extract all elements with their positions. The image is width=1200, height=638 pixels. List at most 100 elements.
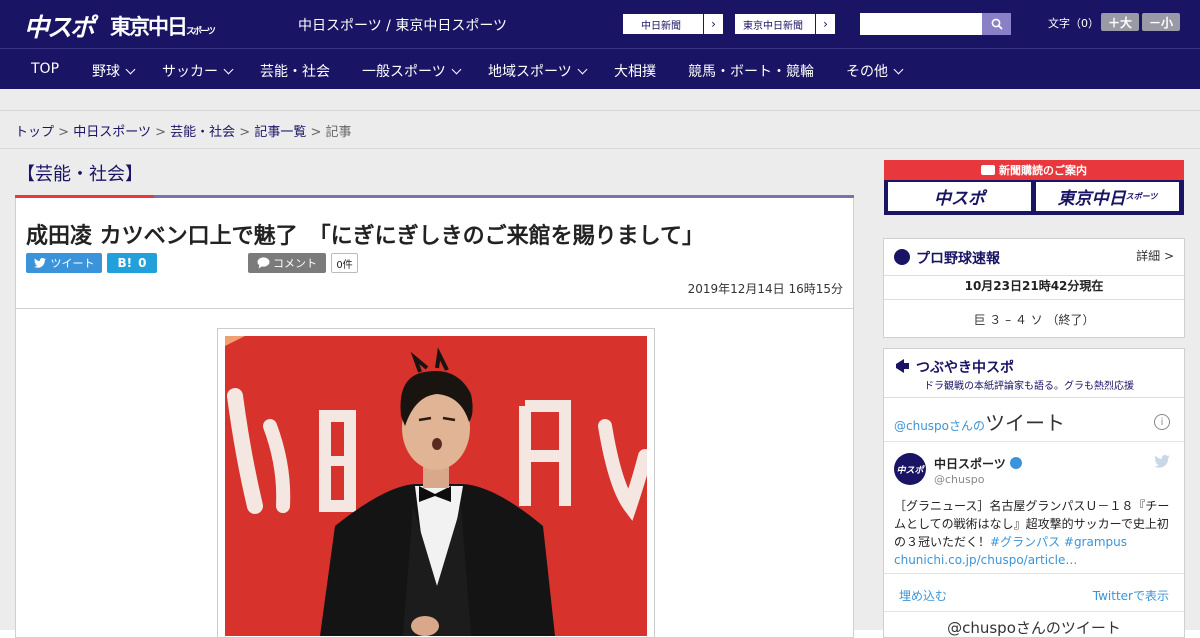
baseball-title: プロ野球速報 <box>916 251 1000 267</box>
timeline-word: ツイート <box>985 411 1066 435</box>
nav-label: 芸能・社会 <box>260 64 330 80</box>
subscription-title-text: 新聞購読のご案内 <box>999 164 1087 177</box>
breadcrumb: トップ > 中日スポーツ > 芸能・社会 > 記事一覧 > 記事 <box>15 121 352 140</box>
subscribe-tokyo-chunichi-button[interactable]: 東京中日 スポーツ <box>1036 182 1179 211</box>
hatena-bookmark-button[interactable]: B! 0 <box>107 253 157 273</box>
tweet-panel-title: つぶやき中スポ <box>916 360 1014 376</box>
comment-button[interactable]: コメント <box>248 253 326 273</box>
breadcrumb-article-list[interactable]: 記事一覧 <box>254 125 306 140</box>
timeline-handle[interactable]: @chuspoさんの <box>894 419 985 433</box>
sub-bar <box>0 89 1200 111</box>
nav-item-sumo[interactable]: 大相撲 <box>614 61 656 81</box>
top-header: 中スポ 東京中日スポーツ 中日スポーツ / 東京中日スポーツ 中日新聞 › 東京… <box>0 0 1200 48</box>
article-photo[interactable] <box>225 336 647 636</box>
panel-divider <box>884 275 1184 276</box>
nav-item-general-sports[interactable]: 一般スポーツ <box>362 61 462 81</box>
chunichi-shimbun-label: 中日新聞 <box>641 20 681 32</box>
chevron-down-icon <box>223 64 234 75</box>
breadcrumb-separator: > <box>58 125 70 140</box>
hatena-icon: B! <box>117 256 133 270</box>
baseball-score-panel: プロ野球速報 詳細 > 10月23日21時42分現在 巨 ３ – ４ ソ （終了… <box>883 238 1185 338</box>
breadcrumb-current: 記事 <box>325 125 352 140</box>
tweet-button[interactable]: ツイート <box>26 253 102 273</box>
breadcrumb-entertainment[interactable]: 芸能・社会 <box>170 125 235 140</box>
chevron-down-icon <box>577 64 588 75</box>
chevron-right-icon: › <box>815 14 835 34</box>
nav-item-soccer[interactable]: サッカー <box>162 61 234 81</box>
comment-count: 0件 <box>331 253 358 273</box>
logo-chuspo[interactable]: 中スポ <box>24 8 95 44</box>
breadcrumb-separator: > <box>239 125 251 140</box>
tweet-link[interactable]: chunichi.co.jp/chuspo/article… <box>894 553 1077 567</box>
breadcrumb-separator: > <box>155 125 166 140</box>
nav-label: その他 <box>846 64 888 80</box>
article-date: 2019年12月14日 16時15分 <box>687 282 843 296</box>
baseball-detail-link[interactable]: 詳細 > <box>1136 247 1174 264</box>
nav-item-top[interactable]: TOP <box>31 61 59 77</box>
search-input[interactable] <box>860 13 983 35</box>
nav-label: 競馬・ボート・競輪 <box>688 64 814 80</box>
chevron-down-icon <box>893 64 904 75</box>
twitter-bird-icon <box>33 258 46 268</box>
chevron-right-icon: › <box>703 14 723 34</box>
hatena-count: 0 <box>138 256 147 270</box>
panel-divider <box>884 441 1184 442</box>
score-timestamp: 10月23日21時42分現在 <box>964 279 1104 293</box>
tweet-hashtags[interactable]: #グランパス #grampus <box>990 535 1127 549</box>
logo-tokyo-text: 東京中日 <box>110 15 188 39</box>
nav-item-baseball[interactable]: 野球 <box>92 61 136 81</box>
panel-divider <box>884 573 1184 574</box>
nav-item-entertainment[interactable]: 芸能・社会 <box>260 61 330 81</box>
subscribe-chuspo-button[interactable]: 中スポ <box>888 182 1031 211</box>
nav-label: TOP <box>31 61 60 77</box>
breadcrumb-chunichi-sports[interactable]: 中日スポーツ <box>73 125 151 140</box>
comment-label: コメント <box>273 257 317 270</box>
speech-bubble-icon <box>257 257 270 269</box>
promo-right-text: 東京中日 <box>1057 189 1126 209</box>
article-divider <box>16 308 853 309</box>
newspaper-icon <box>981 165 995 175</box>
section-heading: 【芸能・社会】 <box>17 164 143 185</box>
tweet-handle[interactable]: @chuspo <box>934 473 984 486</box>
tokyo-shimbun-label: 東京中日新聞 <box>743 20 803 32</box>
photo-illustration <box>225 336 647 636</box>
tweet-panel-subtitle: ドラ観戦の本紙評論家も語る。グラも熱烈応援 <box>924 381 1134 392</box>
main-nav: TOP 野球 サッカー 芸能・社会 一般スポーツ 地域スポーツ 大相撲 競馬・ボ… <box>0 48 1200 89</box>
game-score[interactable]: 巨 ３ – ４ ソ （終了） <box>884 311 1184 328</box>
panel-divider <box>884 397 1184 398</box>
logo-tokyo-small: スポーツ <box>186 27 216 37</box>
font-smaller-button[interactable]: －小 <box>1142 13 1180 31</box>
timeline-footer-link[interactable]: @chuspoさんのツイート <box>884 617 1184 638</box>
nav-label: サッカー <box>162 64 218 80</box>
nav-label: 野球 <box>92 64 120 80</box>
tweet-label: ツイート <box>50 257 95 270</box>
breadcrumb-top[interactable]: トップ <box>15 125 54 140</box>
promo-right-small: スポーツ <box>1125 192 1158 201</box>
nav-item-other[interactable]: その他 <box>846 61 904 81</box>
panel-divider <box>884 611 1184 612</box>
info-icon[interactable]: i <box>1154 414 1170 430</box>
nav-label: 大相撲 <box>614 64 656 80</box>
nav-item-racing[interactable]: 競馬・ボート・競輪 <box>688 61 814 81</box>
search-button[interactable] <box>982 13 1011 35</box>
avatar[interactable]: 中スポ <box>894 453 926 485</box>
search-icon <box>991 18 1003 30</box>
site-title: 中日スポーツ / 東京中日スポーツ <box>298 18 508 34</box>
font-larger-button[interactable]: ＋大 <box>1101 13 1139 31</box>
tweet-author[interactable]: 中日スポーツ <box>934 455 1022 472</box>
subscription-title: 新聞購読のご案内 <box>884 162 1184 178</box>
tokyo-shimbun-link[interactable]: 東京中日新聞 › <box>734 13 836 35</box>
tweet-panel: つぶやき中スポ ドラ観戦の本紙評論家も語る。グラも熱烈応援 @chuspoさんの… <box>883 348 1185 638</box>
breadcrumb-separator: > <box>310 125 322 140</box>
chunichi-shimbun-link[interactable]: 中日新聞 › <box>622 13 724 35</box>
logo-tokyo-chunichi[interactable]: 東京中日スポーツ <box>110 11 216 41</box>
article-photo-frame <box>217 328 655 638</box>
tweet-text: ［グラニュース］名古屋グランパスＵ－１８『チームとしての戦術はなし』超攻撃的サッ… <box>894 497 1174 569</box>
tweet-author-name: 中日スポーツ <box>934 457 1006 471</box>
timeline-header: @chuspoさんのツイート <box>894 407 1065 436</box>
verified-icon <box>1009 457 1022 469</box>
view-on-twitter-link[interactable]: Twitterで表示 <box>1093 587 1169 604</box>
nav-item-regional-sports[interactable]: 地域スポーツ <box>488 61 588 81</box>
embed-link[interactable]: 埋め込む <box>899 587 947 604</box>
twitter-bird-icon <box>1154 455 1170 468</box>
